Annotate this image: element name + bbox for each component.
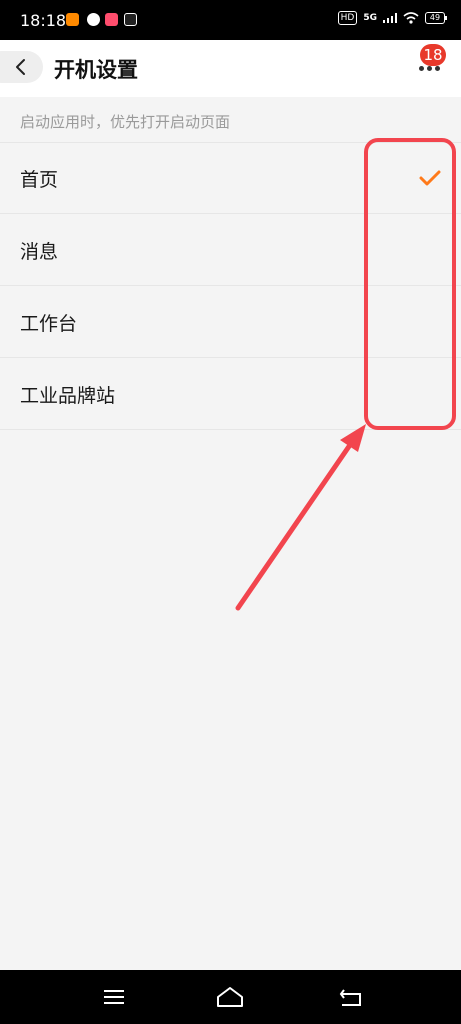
back-button[interactable] (0, 51, 43, 83)
more-button[interactable]: 18 (417, 44, 446, 84)
home-icon (217, 987, 243, 1007)
nav-menu-button[interactable] (102, 983, 132, 1011)
chat-notification-icon (87, 13, 100, 26)
wifi-icon (403, 12, 419, 24)
app-notification-icon (66, 13, 79, 26)
status-time: 18:18 (20, 11, 67, 30)
network-type: 5G (363, 13, 377, 23)
option-label: 消息 (20, 241, 59, 263)
status-bar: 18:18 HD 5G 49 (0, 0, 461, 40)
battery-icon: 49 (425, 12, 447, 24)
option-label: 工作台 (20, 313, 78, 335)
more-dots-icon (419, 66, 440, 71)
section-hint: 启动应用时，优先打开启动页面 (20, 113, 231, 131)
status-indicators: HD 5G 49 (337, 11, 447, 25)
return-icon (339, 989, 361, 1006)
tiktok-notification-icon (124, 13, 137, 26)
nav-home-button[interactable] (215, 983, 245, 1011)
signal-icon (383, 13, 397, 23)
option-label: 首页 (20, 169, 59, 191)
chevron-left-icon (16, 59, 25, 75)
nav-back-button[interactable] (338, 983, 368, 1011)
notification-badge: 18 (420, 44, 446, 66)
app-header: 开机设置 18 (0, 40, 461, 97)
app-notification-icon (105, 13, 118, 26)
annotation-highlight-box (364, 138, 456, 430)
menu-icon (104, 990, 124, 1004)
hd-badge: HD (337, 11, 358, 25)
system-nav-bar (0, 970, 461, 1024)
page-title: 开机设置 (54, 58, 138, 82)
option-label: 工业品牌站 (20, 385, 116, 407)
